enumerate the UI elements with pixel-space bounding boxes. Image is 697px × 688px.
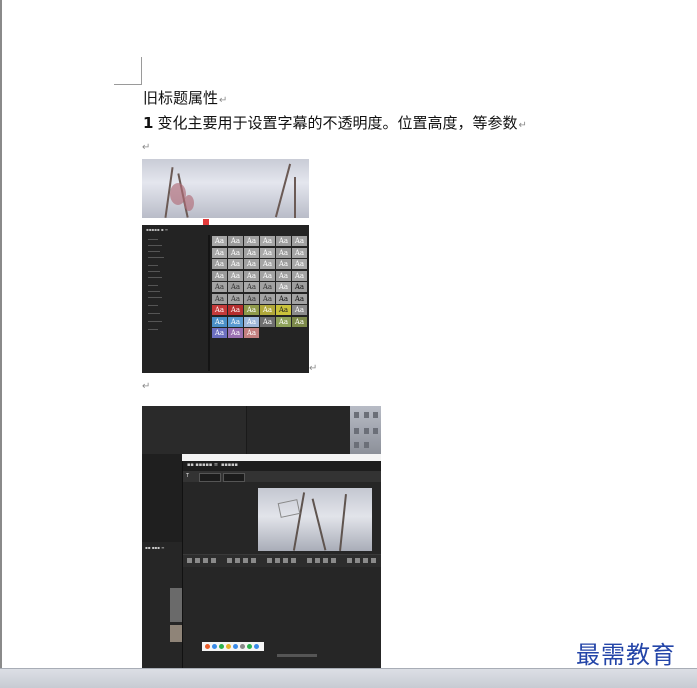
style-swatch[interactable]: Aa (212, 328, 227, 338)
style-swatch[interactable]: Aa (228, 259, 243, 269)
style-swatch[interactable]: Aa (244, 316, 259, 327)
tray-icon[interactable] (212, 644, 217, 649)
watermark-logo: 最需教育 (576, 641, 676, 669)
style-swatch[interactable]: Aa (244, 270, 259, 281)
timeline-scrubber[interactable] (277, 654, 317, 657)
style-swatch[interactable]: Aa (228, 270, 243, 281)
title-preview-canvas[interactable] (258, 488, 372, 551)
style-swatch[interactable]: Aa (292, 247, 307, 258)
style-swatch[interactable]: Aa (244, 236, 259, 246)
style-swatch[interactable]: Aa (260, 293, 275, 304)
text-tool-icon[interactable]: T (186, 473, 189, 479)
paragraph-mark: ↵ (518, 120, 527, 131)
style-swatch[interactable]: Aa (212, 247, 227, 258)
tray-icon[interactable] (226, 644, 231, 649)
snow-scene-preview (142, 159, 309, 218)
margin-corner-mark-h (114, 84, 142, 85)
title-text-box[interactable] (277, 499, 301, 518)
style-swatch[interactable]: Aa (228, 293, 243, 304)
paragraph-text: 变化主要用于设置字幕的不透明度。位置高度，等参数 (157, 114, 518, 132)
title-properties-panel: ▪▪▪▪▪ ▪ ≡ Aa Aa Aa Aa Aa Aa Aa Aa Aa Aa Aa Aa Aa Aa Aa… (142, 225, 309, 373)
style-swatch[interactable]: Aa (212, 293, 227, 304)
paragraph-mark: ↵ (219, 95, 228, 106)
style-swatch[interactable]: Aa (276, 247, 291, 258)
style-swatch[interactable]: Aa (276, 236, 291, 246)
style-swatch[interactable]: Aa (292, 305, 307, 315)
style-swatch[interactable]: Aa (292, 259, 307, 269)
embedded-screenshot-title-styles[interactable]: ▪▪▪▪▪ ▪ ≡ Aa Aa Aa Aa Aa Aa Aa Aa Aa Aa Aa Aa Aa Aa Aa… (142, 159, 309, 373)
style-swatch[interactable]: Aa (260, 270, 275, 281)
document-page: 旧标题属性↵ 1 变化主要用于设置字幕的不透明度。位置高度，等参数↵ ↵ ▪▪▪▪… (0, 0, 697, 669)
style-swatch[interactable]: Aa (228, 247, 243, 258)
style-swatch[interactable]: Aa (228, 282, 243, 292)
style-swatch[interactable]: Aa (292, 282, 307, 292)
tray-icon[interactable] (233, 644, 238, 649)
tray-icon[interactable] (247, 644, 252, 649)
style-swatch[interactable]: Aa (260, 316, 275, 327)
style-swatch[interactable]: Aa (212, 305, 227, 315)
tray-icon[interactable] (219, 644, 224, 649)
font-style-select[interactable] (223, 473, 245, 482)
style-swatch[interactable]: Aa (292, 270, 307, 281)
project-panel-title: ▪▪ ▪▪▪ ≡ (145, 545, 165, 550)
building-thumbnail (350, 406, 381, 454)
style-swatch[interactable]: Aa (276, 305, 291, 315)
style-swatch[interactable]: Aa (276, 270, 291, 281)
style-swatch[interactable]: Aa (260, 305, 275, 315)
tab-title-editor[interactable]: ▪▪ ▪▪▪▪▪ ≡ (187, 462, 218, 468)
style-swatch[interactable]: Aa (292, 236, 307, 246)
tray-icon[interactable] (240, 644, 245, 649)
style-swatch[interactable]: Aa (276, 282, 291, 292)
paragraph-number: 1 (143, 114, 154, 132)
panel-title: ▪▪▪▪▪ ▪ ≡ (146, 227, 169, 232)
panel-divider (208, 235, 210, 371)
style-swatch[interactable]: Aa (228, 316, 243, 327)
font-family-select[interactable] (199, 473, 221, 482)
empty-paragraph-mark: ↵ (142, 381, 151, 392)
style-swatch[interactable]: Aa (260, 247, 275, 258)
panel-header-strip (142, 218, 309, 225)
style-swatch[interactable]: Aa (276, 259, 291, 269)
title-editor-window: ▪▪ ▪▪▪▪▪ ≡ ▪▪▪▪▪ T (182, 461, 381, 668)
style-swatch[interactable]: Aa (244, 305, 259, 315)
embedded-screenshot-title-editor[interactable]: ▪▪ ▪▪▪ ≡ ▪▪ ▪▪▪▪▪ ≡ ▪▪▪▪▪ T (142, 406, 381, 668)
tray-icon[interactable] (254, 644, 259, 649)
style-swatch[interactable]: Aa (244, 328, 259, 338)
style-swatch[interactable]: Aa (244, 282, 259, 292)
style-swatch[interactable]: Aa (244, 293, 259, 304)
editor-toolbar: T (183, 471, 381, 482)
margin-corner-mark (141, 57, 142, 85)
style-swatch[interactable]: Aa (212, 282, 227, 292)
document-paragraph[interactable]: 1 变化主要用于设置字幕的不透明度。位置高度，等参数↵ (143, 113, 527, 136)
style-swatch[interactable]: Aa (244, 259, 259, 269)
page-left-border (0, 0, 2, 668)
background-workspace (142, 406, 381, 454)
style-swatch[interactable]: Aa (212, 259, 227, 269)
status-bar (0, 668, 697, 688)
style-swatch[interactable]: Aa (212, 316, 227, 327)
document-heading[interactable]: 旧标题属性↵ (143, 88, 227, 111)
style-swatch[interactable]: Aa (276, 293, 291, 304)
heading-text: 旧标题属性 (143, 89, 219, 107)
system-tray (202, 642, 264, 651)
style-swatch[interactable]: Aa (228, 328, 243, 338)
style-swatch[interactable]: Aa (228, 305, 243, 315)
empty-paragraph-mark: ↵ (142, 142, 151, 153)
style-swatch[interactable]: Aa (212, 270, 227, 281)
window-titlebar (182, 454, 381, 461)
style-swatch[interactable]: Aa (228, 236, 243, 246)
style-swatch[interactable]: Aa (260, 282, 275, 292)
style-swatch[interactable]: Aa (260, 236, 275, 246)
style-swatch[interactable]: Aa (276, 316, 291, 327)
image-paragraph-mark: ↵ (309, 363, 318, 374)
style-swatch[interactable]: Aa (260, 259, 275, 269)
tray-icon[interactable] (205, 644, 210, 649)
style-swatch[interactable]: Aa (244, 247, 259, 258)
editor-tabs: ▪▪ ▪▪▪▪▪ ≡ ▪▪▪▪▪ (183, 461, 381, 471)
tab-tools[interactable]: ▪▪▪▪▪ (221, 462, 238, 468)
style-swatch[interactable]: Aa (292, 293, 307, 304)
alignment-toolbar (183, 554, 381, 567)
style-swatch[interactable]: Aa (212, 236, 227, 246)
style-swatch[interactable]: Aa (292, 316, 307, 327)
